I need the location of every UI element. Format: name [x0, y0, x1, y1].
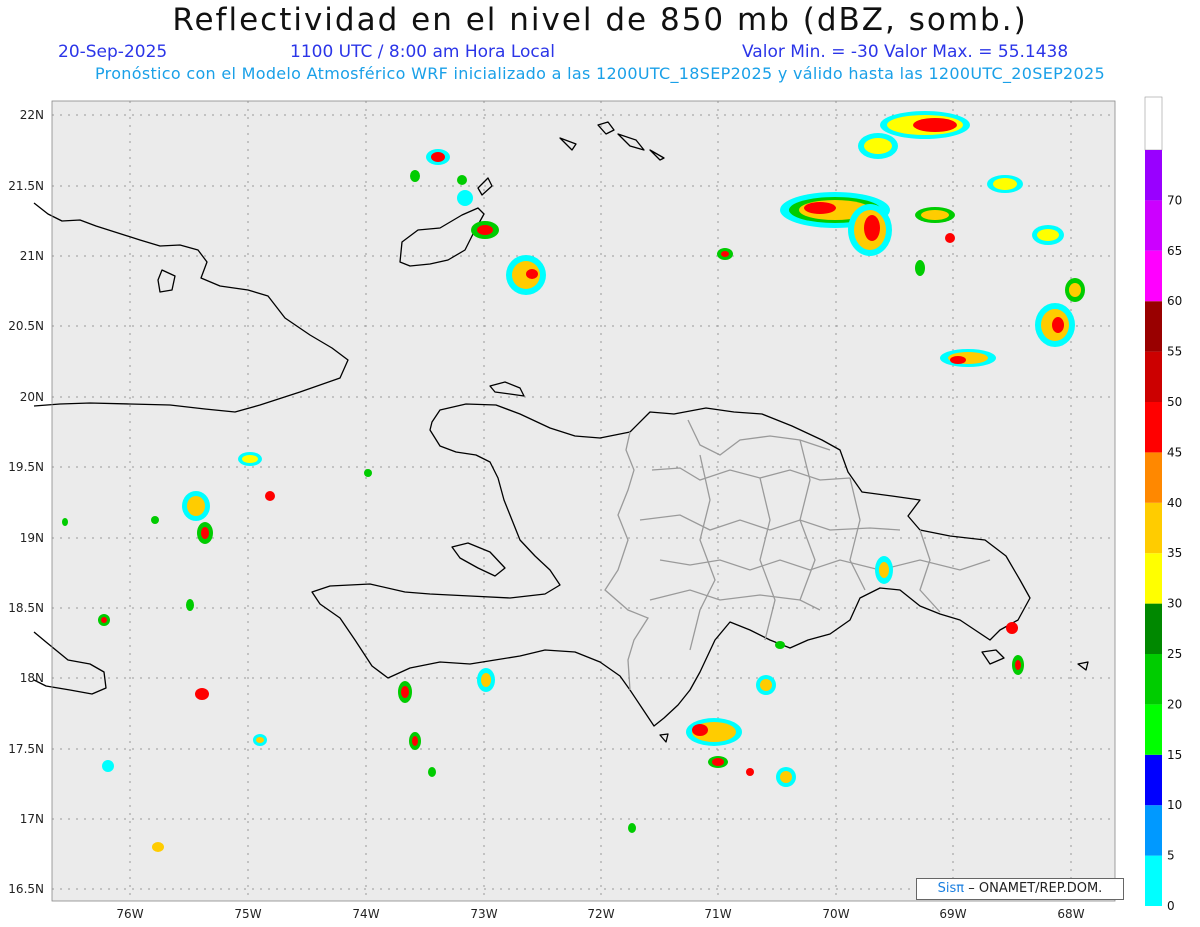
lat-label: 17N — [20, 812, 44, 826]
colorbar-label: 60 — [1167, 294, 1182, 308]
colorbar-label: 50 — [1167, 395, 1182, 409]
colorbar-label: 55 — [1167, 345, 1182, 359]
credit-text: – ONAMET/REP.DOM. — [968, 881, 1103, 896]
lon-label: 70W — [822, 907, 849, 921]
colorbar-segment — [1145, 402, 1162, 453]
colorbar-label: 20 — [1167, 697, 1182, 711]
colorbar-label: 10 — [1167, 798, 1182, 812]
colorbar-label: 65 — [1167, 244, 1182, 258]
colorbar-label: 15 — [1167, 748, 1182, 762]
colorbar-label: 45 — [1167, 445, 1182, 459]
colorbar-segment — [1145, 200, 1162, 251]
map-background — [52, 101, 1115, 901]
colorbar-label: 40 — [1167, 496, 1182, 510]
lat-label: 21N — [20, 249, 44, 263]
colorbar-segment — [1145, 502, 1162, 554]
lat-label: 19.5N — [8, 460, 44, 474]
lat-label: 18N — [20, 671, 44, 685]
colorbar-segment — [1145, 754, 1162, 806]
lat-label: 16.5N — [8, 882, 44, 896]
lat-label: 17.5N — [8, 742, 44, 756]
colorbar-segment — [1145, 603, 1162, 654]
colorbar-label: 30 — [1167, 597, 1182, 611]
colorbar-segment — [1145, 250, 1162, 302]
lat-label: 22N — [20, 108, 44, 122]
lat-label: 19N — [20, 531, 44, 545]
lon-label: 76W — [116, 907, 143, 921]
lon-label: 72W — [587, 907, 614, 921]
colorbar-top-cap — [1144, 96, 1163, 151]
lon-label: 71W — [704, 907, 731, 921]
colorbar-segment — [1145, 150, 1162, 201]
lon-label: 73W — [470, 907, 497, 921]
longitude-labels: 76W 75W 74W 73W 72W 71W 70W 69W 68W — [116, 907, 1084, 921]
reflectivity-map: 22N 21.5N 21N 20.5N 20N 19.5N 19N 18.5N … — [8, 96, 1182, 921]
colorbar-segment — [1145, 351, 1162, 402]
latitude-labels: 22N 21.5N 21N 20.5N 20N 19.5N 19N 18.5N … — [8, 108, 44, 896]
colorbar-segment — [1145, 805, 1162, 856]
lat-label: 18.5N — [8, 601, 44, 615]
colorbar-label: 0 — [1167, 899, 1175, 913]
credit-box: Sisπ – ONAMET/REP.DOM. — [916, 878, 1124, 900]
colorbar-segment — [1145, 452, 1162, 503]
lon-label: 74W — [352, 907, 379, 921]
colorbar-segment — [1145, 855, 1162, 906]
lon-label: 75W — [234, 907, 261, 921]
lat-label: 21.5N — [8, 179, 44, 193]
colorbar-segment — [1145, 301, 1162, 352]
colorbar-segment — [1145, 704, 1162, 755]
colorbar-segment — [1145, 654, 1162, 705]
colorbar-segment — [1145, 553, 1162, 604]
colorbar-label: 70 — [1167, 193, 1182, 207]
lon-label: 69W — [939, 907, 966, 921]
lat-label: 20.5N — [8, 319, 44, 333]
sispi-logo: Sisπ — [937, 881, 965, 896]
lat-label: 20N — [20, 390, 44, 404]
colorbar-label: 25 — [1167, 647, 1182, 661]
colorbar-label: 5 — [1167, 849, 1175, 863]
colorbar-label: 35 — [1167, 546, 1182, 560]
lon-label: 68W — [1057, 907, 1084, 921]
colorbar: 0 5 10 15 20 25 30 35 40 45 50 55 60 65 70 — [1144, 96, 1182, 913]
